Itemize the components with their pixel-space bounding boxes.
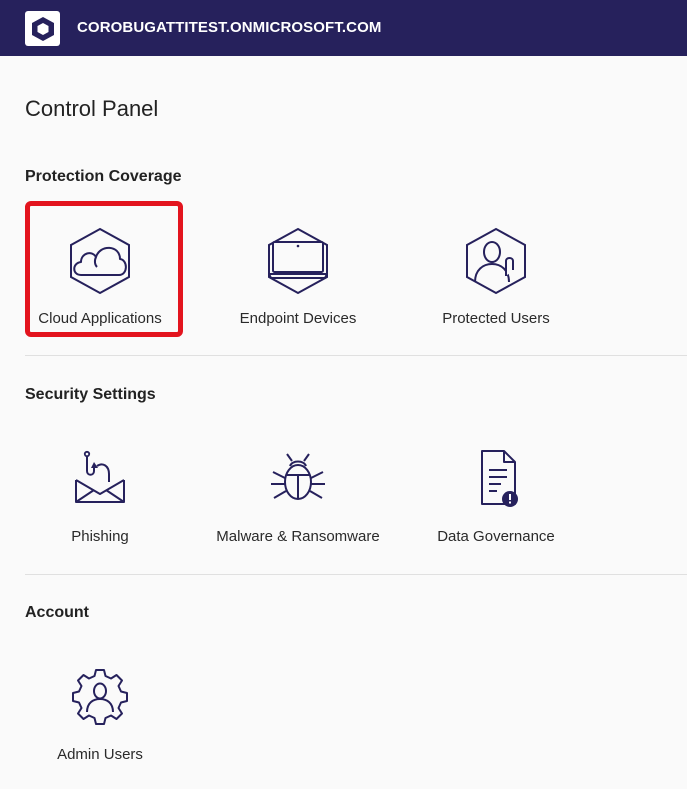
laptop-hexagon-icon	[268, 227, 328, 295]
document-alert-icon	[481, 450, 518, 507]
section-title-account: Account	[25, 604, 89, 621]
phishing-envelope-icon	[75, 450, 125, 503]
tile-label: Malware & Ransomware	[216, 528, 380, 545]
tile-cloud-applications[interactable]: Cloud Applications	[5, 222, 195, 332]
section-title-security-settings: Security Settings	[25, 386, 156, 403]
section-title-protection-coverage: Protection Coverage	[25, 168, 182, 185]
section-divider	[25, 355, 687, 356]
tenant-name[interactable]: COROBUGATTITEST.ONMICROSOFT.COM	[77, 19, 381, 36]
logo-icon[interactable]	[25, 11, 60, 46]
tile-label: Protected Users	[442, 310, 550, 327]
tile-label: Admin Users	[57, 746, 143, 763]
tile-label: Cloud Applications	[38, 310, 162, 327]
tile-label: Data Governance	[437, 528, 555, 545]
cloud-hexagon-icon	[70, 227, 130, 295]
tile-label: Phishing	[71, 528, 129, 545]
tile-endpoint-devices[interactable]: Endpoint Devices	[203, 222, 393, 332]
page-title: Control Panel	[25, 96, 159, 121]
user-gear-icon	[72, 669, 128, 725]
bug-icon	[271, 453, 325, 500]
tile-label: Endpoint Devices	[239, 310, 357, 327]
top-bar: COROBUGATTITEST.ONMICROSOFT.COM	[0, 0, 687, 56]
section-divider	[25, 574, 687, 575]
tile-admin-users[interactable]: Admin Users	[5, 658, 195, 768]
tile-protected-users[interactable]: Protected Users	[401, 222, 591, 332]
user-hexagon-icon	[466, 227, 526, 295]
tile-malware-ransomware[interactable]: Malware & Ransomware	[203, 440, 393, 550]
tile-phishing[interactable]: Phishing	[5, 440, 195, 550]
tile-data-governance[interactable]: Data Governance	[401, 440, 591, 550]
